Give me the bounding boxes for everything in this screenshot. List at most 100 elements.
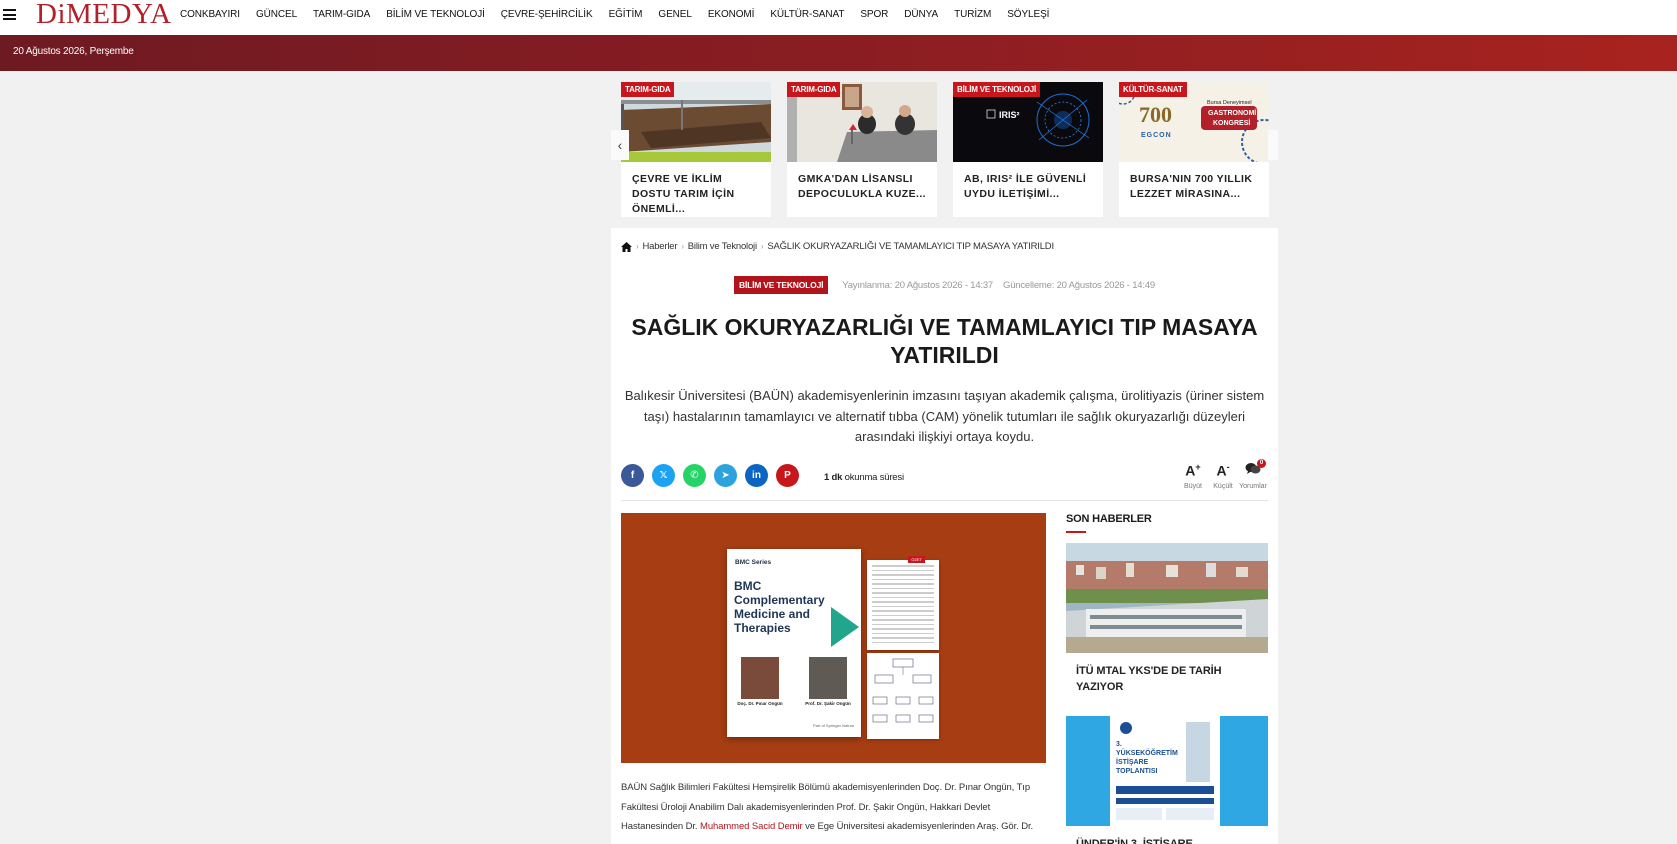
category-badge[interactable]: BİLİM VE TEKNOLOJİ [734,276,829,294]
home-icon[interactable] [621,241,632,252]
article-body-text-cont: ve Ege Üniversitesi akademisyenlerinden … [802,821,1034,832]
cover-footer: Part of Springer Nature [813,723,855,728]
sidebar-news-title: ÜNDER'İN 3. İSTİŞARE [1076,838,1193,844]
nav-item-dunya[interactable]: DÜNYA [904,9,938,20]
linkedin-share-button[interactable]: in [745,464,768,487]
author-name-2: Prof. Dr. Şakir Ongün [805,701,851,706]
nav-item-turizm[interactable]: TURİZM [954,9,991,20]
whatsapp-share-button[interactable]: ✆ [683,464,706,487]
slide-title: BURSA'NIN 700 YILLIK LEZZET MİRASINA... [1130,173,1253,200]
updated-date: Güncelleme: 20 Ağustos 2026 - 14:49 [1003,279,1155,291]
nav-item-ekonomi[interactable]: EKONOMİ [708,9,755,20]
article-pages-graphic: ÖZET [867,556,939,740]
nav-item-tarim-gida[interactable]: TARIM-GIDA [313,9,370,20]
iris-logo-text: IRIS² [999,110,1020,120]
comments-count-badge: 0 [1257,459,1266,468]
sidebar-news-image: 3. YÜKSEKÖĞRETİM İSTİŞARE TOPLANTISI [1066,716,1268,826]
sidebar-title-underline [1066,531,1086,533]
slider-card[interactable]: BİLİM VE TEKNOLOJİ IRIS² AB, IRIS² İLE G… [953,82,1103,217]
egcon-brand: EGCON [1141,132,1172,139]
breadcrumb-haberler[interactable]: Haberler [642,241,677,252]
nav-item-genel[interactable]: GENEL [658,9,692,20]
breadcrumb-current: SAĞLIK OKURYAZARLIĞI VE TAMAMLAYICI TIP … [767,241,1054,252]
breadcrumb-category[interactable]: Bilim ve Teknoloji [688,241,757,252]
pinterest-icon: P [784,470,791,481]
breadcrumb-separator: › [681,242,684,251]
slide-category: TARIM-GIDA [621,82,675,97]
font-bigger-icon: A [1185,462,1196,479]
journal-title: BMC Complementary Medicine and Therapies [734,579,825,635]
main-nav: CONKBAYIRI GÜNCEL TARIM-GIDA BİLİM VE TE… [180,0,1065,28]
menu-icon[interactable] [3,9,16,20]
nav-item-kultur-sanat[interactable]: KÜLTÜR-SANAT [770,9,844,20]
slider-next-button[interactable] [1268,130,1278,160]
facebook-share-button[interactable]: f [621,464,644,487]
reading-time-label: okunma süresi [844,472,904,483]
egcon-subtitle: Bursa Deneyimsel [1207,100,1252,106]
nav-item-conkbayiri[interactable]: CONKBAYIRI [180,9,240,20]
date-bar: 20 Ağustos 2026, Perşembe [0,35,1677,71]
news-slider: TARIM-GIDA ÇEVRE VE İKLİM DOSTU TARIM İÇ… [611,82,1278,217]
whatsapp-icon: ✆ [690,470,699,481]
journal-cover: BMC Series BMC Complementary Medicine an… [727,549,861,737]
x-icon: 𝕏 [659,470,668,481]
slide-category: BİLİM VE TEKNOLOJİ [953,82,1041,97]
article-main-image[interactable]: BMC Series BMC Complementary Medicine an… [621,513,1046,763]
top-navbar: DiMEDYA CONKBAYIRI GÜNCEL TARIM-GIDA BİL… [0,0,1677,35]
linkedin-icon: in [752,470,761,481]
nav-item-bilim-teknoloji[interactable]: BİLİM VE TEKNOLOJİ [386,9,485,20]
reading-time-value: 1 dk [824,472,843,483]
slide-image: BİLİM VE TEKNOLOJİ IRIS² [953,82,1103,162]
slide-category: TARIM-GIDA [787,82,841,97]
font-smaller-button[interactable]: A- Küçült [1208,462,1238,490]
nav-item-spor[interactable]: SPOR [860,9,888,20]
font-smaller-label: Küçült [1213,483,1233,490]
comments-button[interactable]: 0 Yorumlar [1238,459,1268,490]
font-smaller-icon: A [1216,462,1227,479]
article-title: SAĞLIK OKURYAZARLIĞI VE TAMAMLAYICI TIP … [631,314,1258,368]
slider-card[interactable]: TARIM-GIDA GMKA'DAN LİSANSLI DEPOCULUKLA… [787,82,937,217]
poster-title: 3. YÜKSEKÖĞRETİM İSTİŞARE TOPLANTISI [1116,741,1178,775]
egcon-kongresi: KONGRESİ [1213,120,1251,127]
egcon-year: 700 [1139,102,1172,127]
x-share-button[interactable]: 𝕏 [652,464,675,487]
reading-time: 1 dk okunma süresi [824,472,904,483]
sidebar-news-item[interactable]: 3. YÜKSEKÖĞRETİM İSTİŞARE TOPLANTISI ÜND… [1066,716,1268,844]
author-photo [809,657,847,699]
author-link[interactable]: Muhammed Sacid Demir [700,821,803,832]
nav-item-cevre-sehircilik[interactable]: ÇEVRE-ŞEHİRCİLİK [501,9,593,20]
slider-prev-button[interactable]: ‹ [611,130,629,160]
share-buttons: f 𝕏 ✆ ➤ in P [621,464,807,487]
sidebar-title: SON HABERLER [1066,513,1152,525]
slider-card[interactable]: KÜLTÜR-SANAT 700 EGCON Bursa Deneyimsel … [1119,82,1269,217]
site-logo[interactable]: DiMEDYA [36,0,172,29]
article-page-diagram [867,653,939,739]
author-name-1: Doç. Dr. Pınar Ongün [737,701,783,706]
slider-card[interactable]: TARIM-GIDA ÇEVRE VE İKLİM DOSTU TARIM İÇ… [621,82,771,217]
telegram-share-button[interactable]: ➤ [714,464,737,487]
published-date: Yayınlanma: 20 Ağustos 2026 - 14:37 [842,279,994,291]
egcon-gastronomi: GASTRONOMİ [1208,110,1257,117]
nav-item-soylesi[interactable]: SÖYLEŞİ [1007,9,1049,20]
nav-item-egitim[interactable]: EĞİTİM [609,9,643,20]
sidebar-news-item[interactable]: İTÜ MTAL YKS'DE DE TARİH YAZIYOR [1066,543,1268,695]
latest-news-sidebar: SON HABERLER İTÜ MTAL YKS'DE DE TARİH YA… [1066,513,1268,844]
article-page: ÖZET [867,556,939,650]
facebook-icon: f [630,470,635,481]
author-photo [741,657,779,699]
nav-item-guncel[interactable]: GÜNCEL [256,9,297,20]
breadcrumb: › Haberler › Bilim ve Teknoloji › SAĞLIK… [621,241,1054,252]
breadcrumb-separator: › [760,242,764,251]
chevron-left-icon: ‹ [617,137,623,153]
slide-title: GMKA'DAN LİSANSLI DEPOCULUKLA KUZE... [798,173,926,200]
font-bigger-button[interactable]: A+ Büyüt [1178,462,1208,490]
article-tools: A+ Büyüt A- Küçült 0 Yorumlar [1178,459,1268,490]
divider [621,500,1268,501]
current-date: 20 Ağustos 2026, Perşembe [13,46,134,57]
slide-image: TARIM-GIDA [787,82,937,162]
breadcrumb-separator: › [636,242,639,251]
telegram-icon: ➤ [721,470,730,481]
pinterest-share-button[interactable]: P [776,464,799,487]
bmc-series-label: BMC Series [735,559,772,566]
sidebar-news-title: İTÜ MTAL YKS'DE DE TARİH YAZIYOR [1076,665,1222,693]
